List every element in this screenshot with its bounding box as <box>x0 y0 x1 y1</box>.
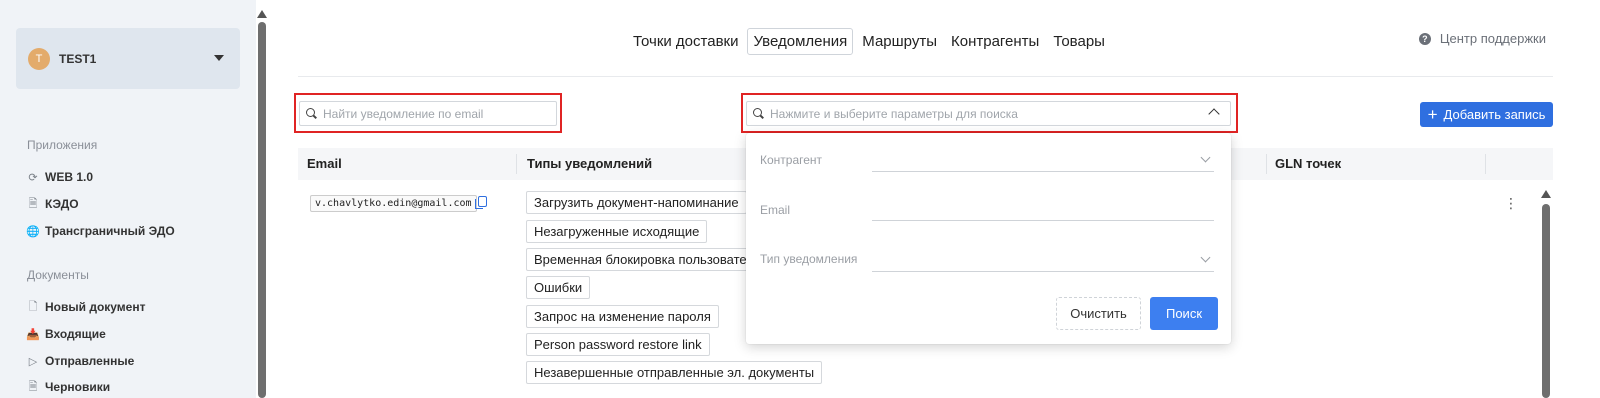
search-icon <box>306 107 318 120</box>
chevron-up-icon[interactable] <box>1208 108 1220 120</box>
row-actions-kebab-icon[interactable]: ⋮ <box>1504 196 1518 210</box>
notification-type-tag: Ошибки <box>526 276 591 299</box>
section-title-apps: Приложения <box>27 138 98 152</box>
sidebar-scrollbar[interactable] <box>256 0 268 398</box>
column-separator <box>1485 154 1486 174</box>
main-content: Точки доставки Уведомления Маршруты Конт… <box>268 0 1600 398</box>
tab-counterparties[interactable]: Контрагенты <box>946 29 1044 54</box>
notification-type-tag: Временная блокировка пользователя <box>526 248 769 271</box>
tab-products[interactable]: Товары <box>1048 29 1110 54</box>
column-header-email[interactable]: Email <box>307 156 342 171</box>
email-field[interactable] <box>872 220 1214 221</box>
chevron-down-icon[interactable] <box>1200 252 1211 263</box>
sidebar-item-label: Отправленные <box>45 354 135 368</box>
divider <box>298 76 1553 77</box>
send-icon: ▷ <box>28 355 38 368</box>
sidebar-item-inbox[interactable]: 📥 Входящие <box>26 327 106 341</box>
counterparty-select[interactable] <box>872 171 1214 172</box>
search-icon <box>753 107 765 120</box>
sidebar-item-label: WEB 1.0 <box>45 170 94 184</box>
notification-type-tag: Незавершенные отправленные эл. документы <box>526 361 823 384</box>
tab-notifications[interactable]: Уведомления <box>747 28 854 55</box>
tab-delivery-points[interactable]: Точки доставки <box>628 29 743 54</box>
account-name: TEST1 <box>59 51 97 66</box>
column-separator <box>516 154 517 174</box>
plus-icon: + <box>1427 105 1438 124</box>
sidebar-item-kedo[interactable]: 🗎 КЭДО <box>27 197 79 211</box>
chevron-down-icon[interactable] <box>1200 152 1211 163</box>
table-scrollbar[interactable] <box>1540 190 1552 398</box>
params-search-input[interactable]: Нажмите и выберите параметры для поиска <box>746 101 1231 126</box>
add-record-label: Добавить запись <box>1443 107 1546 122</box>
support-center-link[interactable]: ? Центр поддержки <box>1418 31 1546 46</box>
avatar: T <box>28 47 50 70</box>
sidebar-item-sent[interactable]: ▷ Отправленные <box>27 354 134 368</box>
sidebar-item-label: Трансграничный ЭДО <box>45 224 175 238</box>
sidebar-item-drafts[interactable]: 🗎 Черновики <box>27 380 111 394</box>
account-switcher[interactable]: T TEST1 <box>16 28 240 89</box>
document-icon: 🗎 <box>28 197 38 210</box>
notification-type-tag: Person password restore link <box>526 333 710 356</box>
new-document-icon: 🗋 <box>28 300 38 313</box>
support-label: Центр поддержки <box>1439 31 1546 46</box>
inbox-icon: 📥 <box>26 328 40 341</box>
add-record-button[interactable]: + Добавить запись <box>1420 102 1553 127</box>
draft-icon: 🗎 <box>28 380 38 393</box>
scrollbar-thumb[interactable] <box>258 22 266 398</box>
notification-type-select[interactable] <box>872 271 1214 272</box>
caret-down-icon[interactable] <box>214 55 224 61</box>
globe-icon: 🌐 <box>26 225 40 238</box>
copy-icon[interactable] <box>475 196 487 209</box>
sidebar-item-label: Черновики <box>45 380 111 394</box>
column-header-gln[interactable]: GLN точек <box>1275 156 1341 171</box>
notification-type-tag: Незагруженные исходящие <box>526 220 708 243</box>
sidebar-item-web[interactable]: ⟳ WEB 1.0 <box>27 170 93 184</box>
email-search-placeholder: Найти уведомление по email <box>323 106 484 121</box>
sync-icon: ⟳ <box>28 171 38 184</box>
sidebar-item-label: Входящие <box>45 327 106 341</box>
sidebar-item-new-document[interactable]: 🗋 Новый документ <box>27 300 146 314</box>
scrollbar-thumb[interactable] <box>1542 204 1550 398</box>
section-title-documents: Документы <box>27 268 89 282</box>
column-header-types[interactable]: Типы уведомлений <box>527 156 652 171</box>
top-navigation: Точки доставки Уведомления Маршруты Конт… <box>628 28 1110 55</box>
scroll-up-arrow-icon[interactable] <box>257 10 267 18</box>
notification-type-tag: Загрузить документ-напоминание <box>526 191 747 214</box>
search-button[interactable]: Поиск <box>1150 297 1218 330</box>
sidebar: T TEST1 Приложения ⟳ WEB 1.0 🗎 КЭДО 🌐 Тр… <box>0 0 256 398</box>
column-separator <box>1266 154 1267 174</box>
sidebar-item-crossborder[interactable]: 🌐 Трансграничный ЭДО <box>26 224 175 238</box>
email-search-input[interactable]: Найти уведомление по email <box>299 101 557 126</box>
scroll-up-arrow-icon[interactable] <box>1541 190 1551 198</box>
tab-routes[interactable]: Маршруты <box>857 29 942 54</box>
notification-type-tag: Запрос на изменение пароля <box>526 305 719 328</box>
sidebar-item-label: Новый документ <box>45 300 146 314</box>
params-search-placeholder: Нажмите и выберите параметры для поиска <box>770 106 1018 121</box>
sidebar-item-label: КЭДО <box>45 197 79 211</box>
clear-button[interactable]: Очистить <box>1056 297 1141 330</box>
search-params-dropdown: Контрагент Email Тип уведомления Очистит… <box>746 133 1231 344</box>
notification-type-label: Тип уведомления <box>760 252 858 266</box>
counterparty-label: Контрагент <box>760 153 823 167</box>
help-icon: ? <box>1418 32 1431 45</box>
email-value: v.chavlytko.edin@gmail.com <box>310 195 477 212</box>
email-label: Email <box>760 203 791 217</box>
